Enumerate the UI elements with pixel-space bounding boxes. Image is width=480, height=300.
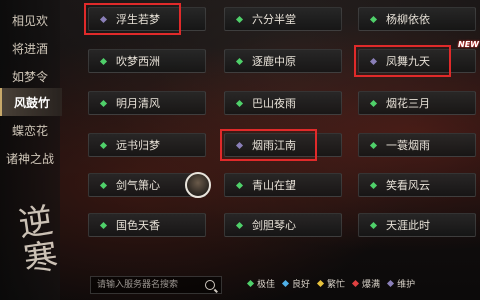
server-name: 远书归梦: [116, 139, 160, 152]
legend-dot: [352, 279, 360, 288]
legend-label: 极佳: [257, 280, 276, 290]
server-name: 青山在望: [252, 179, 296, 192]
server-name: 国色天香: [116, 219, 160, 232]
highlight-box: [84, 3, 181, 35]
legend-item-excellent: 极佳: [246, 277, 276, 290]
sidebar-item-xiangjianhuan[interactable]: 相见欢: [0, 6, 60, 34]
server-name: 六分半堂: [252, 13, 296, 26]
status-dot-icon: [369, 221, 378, 229]
status-dot-icon: [235, 99, 244, 107]
highlight-box: [354, 45, 451, 77]
highlight-box: [220, 129, 317, 161]
status-dot-icon: [369, 181, 378, 189]
status-dot-icon: [99, 141, 108, 149]
server-tile[interactable]: 天涯此时: [358, 213, 476, 237]
server-name: 剑胆琴心: [252, 219, 296, 232]
sidebar-item-rumengling[interactable]: 如梦令: [0, 62, 60, 90]
server-tile[interactable]: 剑气箫心: [88, 172, 211, 198]
server-name: 明月清风: [116, 97, 160, 110]
game-calligraphy-logo: 逆寒: [9, 201, 60, 279]
legend-dot: [316, 279, 325, 288]
sidebar: 相见欢 将进酒 如梦令 风鼓竹 蝶恋花 诸神之战 逆寒: [0, 0, 62, 300]
legend-item-good: 良好: [281, 277, 311, 290]
legend-item-maintenance: 维护: [387, 277, 416, 290]
server-tile[interactable]: 剑胆琴心: [224, 213, 342, 237]
status-dot-icon: [235, 15, 244, 23]
status-dot-icon: [369, 141, 378, 149]
sidebar-item-fengguzhu[interactable]: 风鼓竹: [0, 88, 62, 116]
server-name: 天涯此时: [386, 219, 430, 232]
legend-dot: [281, 279, 290, 288]
server-tile[interactable]: 青山在望: [224, 173, 342, 197]
search-input[interactable]: [91, 279, 203, 291]
server-name: 烟花三月: [386, 97, 430, 110]
server-name: 巴山夜雨: [252, 97, 296, 110]
legend-item-busy: 繁忙: [316, 277, 346, 290]
server-tile[interactable]: 远书归梦: [88, 133, 206, 157]
status-legend: 极佳 良好 繁忙 爆满 维护: [246, 277, 416, 290]
legend-label: 爆满: [362, 280, 381, 290]
status-dot-icon: [369, 15, 378, 23]
server-tile[interactable]: 巴山夜雨: [224, 91, 342, 115]
server-tile[interactable]: 笑看风云: [358, 173, 476, 197]
status-dot-icon: [99, 181, 108, 189]
legend-label: 维护: [397, 280, 416, 290]
status-dot-icon: [235, 181, 244, 189]
new-badge: NEW: [458, 40, 479, 49]
server-name: 笑看风云: [386, 179, 430, 192]
server-name: 吹梦西洲: [116, 55, 160, 68]
server-tile[interactable]: 烟花三月: [358, 91, 476, 115]
sidebar-item-jiangjinjiu[interactable]: 将进酒: [0, 34, 60, 62]
server-name: 逐鹿中原: [252, 55, 296, 68]
status-dot-icon: [235, 57, 244, 65]
server-tile[interactable]: 一蓑烟雨: [358, 133, 476, 157]
character-avatar: [185, 172, 211, 198]
sidebar-item-zhushenzhizhan[interactable]: 诸神之战: [0, 144, 60, 172]
server-tile[interactable]: 明月清风: [88, 91, 206, 115]
legend-label: 繁忙: [327, 280, 346, 290]
server-tile[interactable]: 逐鹿中原: [224, 49, 342, 73]
status-dot-icon: [99, 99, 108, 107]
status-dot-icon: [99, 57, 108, 65]
server-tile[interactable]: 国色天香: [88, 213, 206, 237]
server-tile[interactable]: 六分半堂: [224, 7, 342, 31]
search-icon[interactable]: [205, 280, 215, 290]
legend-item-full: 爆满: [352, 277, 381, 290]
server-name: 一蓑烟雨: [386, 139, 430, 152]
server-tile[interactable]: 吹梦西洲: [88, 49, 206, 73]
legend-dot: [246, 279, 255, 288]
server-search: [90, 276, 222, 294]
server-name: 剑气箫心: [116, 179, 160, 192]
sidebar-item-dielianhua[interactable]: 蝶恋花: [0, 116, 60, 144]
server-name: 杨柳依依: [386, 13, 430, 26]
status-dot-icon: [369, 99, 378, 107]
legend-dot: [387, 279, 395, 288]
status-dot-icon: [235, 221, 244, 229]
server-tile[interactable]: 杨柳依依: [358, 7, 476, 31]
status-dot-icon: [99, 221, 108, 229]
legend-label: 良好: [292, 280, 311, 290]
